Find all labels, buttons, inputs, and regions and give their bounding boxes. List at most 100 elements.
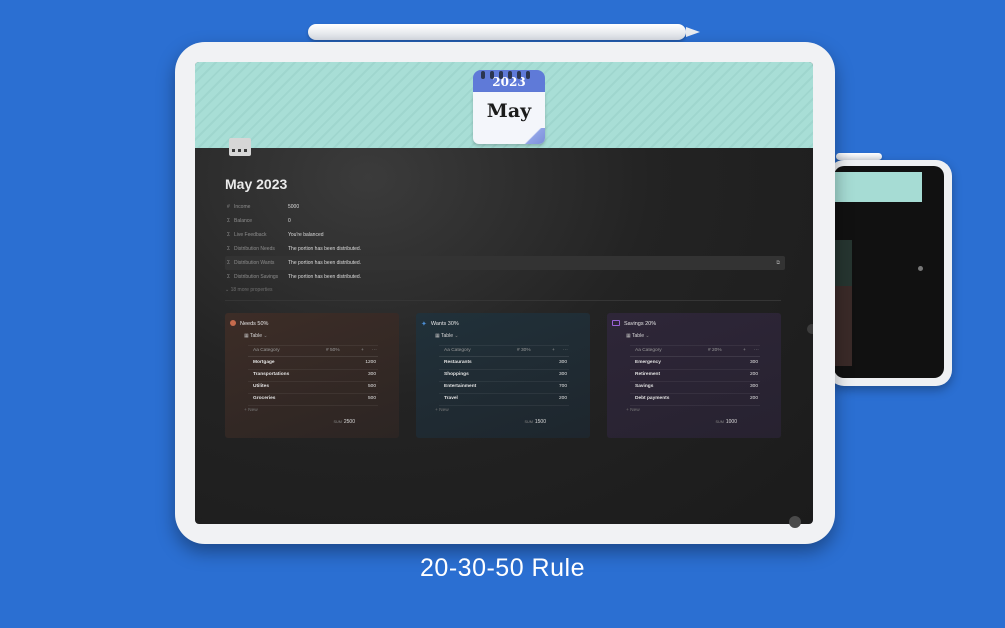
property-distribution-savings[interactable]: Σ Distribution Savings The portion has b… <box>225 270 785 284</box>
row-value: 1200 <box>365 360 376 365</box>
formula-icon: Σ <box>227 274 231 280</box>
sum-value: SUM 1000 <box>707 419 737 425</box>
table-row[interactable]: Groceries 500 <box>248 393 378 406</box>
column-category[interactable]: Category <box>444 346 470 356</box>
column-amount[interactable]: 30% <box>517 346 531 356</box>
calendar-rings <box>481 66 537 79</box>
table-header: Category 50% + ··· <box>248 345 378 357</box>
caption: 20-30-50 Rule <box>420 554 585 582</box>
row-value: 300 <box>558 372 567 377</box>
property-value[interactable]: The portion has been distributed. <box>288 242 361 256</box>
view-selector[interactable]: Table <box>244 333 268 339</box>
property-distribution-needs[interactable]: Σ Distribution Needs The portion has bee… <box>225 242 785 256</box>
more-icon[interactable]: ··· <box>754 346 759 356</box>
property-live-feedback[interactable]: Σ Live Feedback You're balanced <box>225 228 785 242</box>
column-amount[interactable]: 20% <box>708 346 722 356</box>
property-name: Balance <box>234 218 253 224</box>
card-title: Savings 20% <box>624 321 657 327</box>
sum-number: 2500 <box>343 419 355 425</box>
property-value[interactable]: 5000 <box>288 200 299 214</box>
notion-page: 2023 May May 2023 # Income 5000 Σ Balanc… <box>195 62 813 524</box>
row-value: 300 <box>367 372 376 377</box>
page-icon[interactable] <box>229 138 251 156</box>
calendar-page-curl <box>523 128 545 144</box>
new-row-button[interactable]: New <box>435 408 449 413</box>
sparkle-icon: ✦ <box>421 321 427 328</box>
cover-banner[interactable]: 2023 May <box>195 62 813 148</box>
row-name: Savings <box>635 384 654 389</box>
copy-icon[interactable]: ⧉ <box>776 256 780 270</box>
property-name: Live Feedback <box>234 232 267 238</box>
property-income[interactable]: # Income 5000 <box>225 200 785 214</box>
table-header: Category 20% + ··· <box>630 345 760 357</box>
row-value: 200 <box>558 396 567 401</box>
formula-icon: Σ <box>227 260 231 266</box>
card-needs: Needs 50% Table Category 50% + ··· Mortg… <box>225 313 399 438</box>
new-row-button[interactable]: New <box>244 408 258 413</box>
camera-dot <box>918 266 923 271</box>
column-amount[interactable]: 50% <box>326 346 340 356</box>
help-button[interactable] <box>789 516 801 528</box>
secondary-banner <box>834 172 922 202</box>
divider <box>225 300 781 301</box>
add-column-icon[interactable]: + <box>743 346 746 356</box>
properties-list: # Income 5000 Σ Balance 0 Σ Live Feedbac… <box>225 200 785 284</box>
sum-label: SUM <box>715 420 724 424</box>
row-value: 200 <box>749 396 758 401</box>
property-value[interactable]: You're balanced <box>288 228 324 242</box>
column-category[interactable]: Category <box>253 346 279 356</box>
secondary-block-brown <box>834 286 852 366</box>
card-title: Needs 50% <box>240 321 269 327</box>
table-row[interactable]: Debt payments 200 <box>630 393 760 406</box>
secondary-tablet-screen <box>834 166 944 378</box>
row-value: 300 <box>749 360 758 365</box>
sum-label: SUM <box>524 420 533 424</box>
money-icon <box>612 320 620 326</box>
secondary-block-green <box>834 240 852 286</box>
row-value: 300 <box>558 360 567 365</box>
card-header[interactable]: Needs 50% <box>230 320 268 327</box>
number-icon: # <box>227 204 230 210</box>
column-category[interactable]: Category <box>635 346 661 356</box>
card-title: Wants 30% <box>430 321 459 327</box>
row-name: Restaurants <box>444 360 472 365</box>
table-row[interactable]: Travel 200 <box>439 393 569 406</box>
row-name: Utilites <box>253 384 269 389</box>
sum-label: SUM <box>333 420 342 424</box>
formula-icon: Σ <box>227 232 231 238</box>
more-icon[interactable]: ··· <box>372 346 377 356</box>
property-name: Distribution Wants <box>234 260 275 266</box>
scroll-handle[interactable] <box>807 324 813 334</box>
view-selector[interactable]: Table <box>435 333 459 339</box>
card-header[interactable]: ✦ Wants 30% <box>421 320 459 328</box>
formula-icon: Σ <box>227 218 231 224</box>
row-name: Transportations <box>253 372 290 377</box>
card-header[interactable]: Savings 20% <box>612 320 656 327</box>
property-distribution-wants[interactable]: Σ Distribution Wants The portion has bee… <box>225 256 785 270</box>
row-name: Groceries <box>253 396 276 401</box>
row-value: 700 <box>558 384 567 389</box>
formula-icon: Σ <box>227 246 231 252</box>
property-name: Distribution Needs <box>234 246 275 252</box>
row-name: Retirement <box>635 372 661 377</box>
property-name: Distribution Savings <box>234 274 279 280</box>
calendar-icon: 2023 May <box>473 66 545 144</box>
add-column-icon[interactable]: + <box>361 346 364 356</box>
more-icon[interactable]: ··· <box>563 346 568 356</box>
add-column-icon[interactable]: + <box>552 346 555 356</box>
page-title[interactable]: May 2023 <box>225 176 287 192</box>
more-properties-toggle[interactable]: ⌄ 18 more properties <box>225 287 273 293</box>
view-selector[interactable]: Table <box>626 333 650 339</box>
more-properties-label: 18 more properties <box>230 287 273 293</box>
sum-number: 1500 <box>534 419 546 425</box>
card-wants: ✦Wants 30% Table Category 30% + ··· Rest… <box>416 313 590 438</box>
calendar-month: May <box>486 100 532 122</box>
property-value[interactable]: The portion has been distributed. <box>288 270 361 284</box>
new-row-button[interactable]: New <box>626 408 640 413</box>
circle-icon <box>230 320 236 326</box>
property-value[interactable]: The portion has been distributed. <box>288 256 361 270</box>
secondary-tablet <box>828 160 952 386</box>
property-value[interactable]: 0 <box>288 214 291 228</box>
property-balance[interactable]: Σ Balance 0 <box>225 214 785 228</box>
pencil-small <box>836 153 882 160</box>
